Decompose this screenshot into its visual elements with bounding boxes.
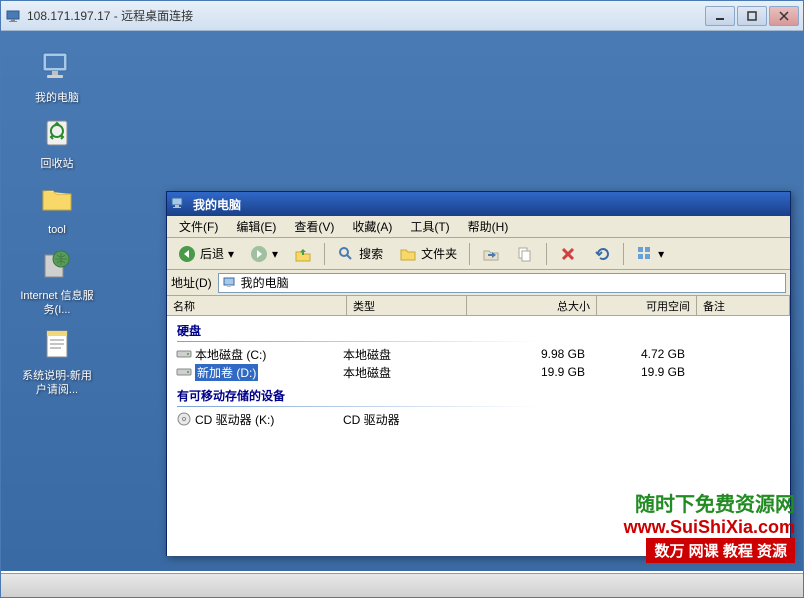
moveto-icon — [482, 245, 500, 263]
recycle-icon — [37, 113, 77, 153]
rdp-window: 108.171.197.17 - 远程桌面连接 我的电脑 回收站 tool — [0, 0, 804, 598]
explorer-titlebar[interactable]: 我的电脑 — [167, 192, 790, 216]
address-label: 地址(D) — [171, 274, 212, 291]
menu-edit[interactable]: 编辑(E) — [228, 216, 284, 237]
search-icon — [337, 245, 355, 263]
desktop-icon-tool[interactable]: tool — [19, 179, 95, 237]
up-folder-icon — [294, 245, 312, 263]
chevron-down-icon: ▾ — [272, 247, 278, 261]
chevron-down-icon: ▾ — [658, 247, 664, 261]
menu-view[interactable]: 查看(V) — [286, 216, 342, 237]
window-controls — [705, 6, 799, 26]
remote-desktop[interactable]: 我的电脑 回收站 tool Internet 信息服务(I... 系统说明-新用 — [1, 31, 803, 571]
desktop-icon-recycle[interactable]: 回收站 — [19, 113, 95, 171]
label: 系统说明-新用户请阅... — [19, 369, 95, 398]
explorer-title: 我的电脑 — [193, 196, 241, 213]
rdp-title: 108.171.197.17 - 远程桌面连接 — [27, 7, 193, 24]
undo-button[interactable] — [586, 242, 618, 266]
rdp-titlebar: 108.171.197.17 - 远程桌面连接 — [1, 1, 803, 31]
column-headers: 名称 类型 总大小 可用空间 备注 — [167, 296, 790, 316]
desktop-icon-iis[interactable]: Internet 信息服务(I... — [19, 245, 95, 318]
forward-icon — [250, 245, 268, 263]
label: Internet 信息服务(I... — [19, 289, 95, 318]
views-icon — [636, 245, 654, 263]
back-icon — [178, 245, 196, 263]
toolbar: 后退 ▾ ▾ 搜索 文件夹 — [167, 238, 790, 270]
forward-button[interactable]: ▾ — [243, 242, 285, 266]
moveto-button[interactable] — [475, 242, 507, 266]
views-button[interactable]: ▾ — [629, 242, 671, 266]
back-button[interactable]: 后退 ▾ — [171, 242, 241, 266]
watermark: 随时下免费资源网 www.SuiShiXia.com 数万 网课 教程 资源 — [624, 488, 795, 563]
col-freespace[interactable]: 可用空间 — [597, 296, 697, 315]
up-button[interactable] — [287, 242, 319, 266]
disk-icon — [175, 348, 193, 360]
computer-icon — [223, 276, 237, 290]
menu-file[interactable]: 文件(F) — [171, 216, 226, 237]
menu-bar: 文件(F) 编辑(E) 查看(V) 收藏(A) 工具(T) 帮助(H) — [167, 216, 790, 238]
undo-icon — [593, 245, 611, 263]
delete-button[interactable] — [552, 242, 584, 266]
watermark-line2: www.SuiShiXia.com — [624, 517, 795, 538]
menu-favorites[interactable]: 收藏(A) — [344, 216, 400, 237]
label: 回收站 — [19, 157, 95, 171]
cd-icon — [175, 411, 193, 427]
desktop-icon-readme[interactable]: 系统说明-新用户请阅... — [19, 325, 95, 398]
watermark-line3: 数万 网课 教程 资源 — [646, 538, 795, 563]
delete-icon — [559, 245, 577, 263]
iis-icon — [37, 245, 77, 285]
maximize-button[interactable] — [737, 6, 767, 26]
address-bar: 地址(D) 我的电脑 — [167, 270, 790, 296]
copyto-icon — [516, 245, 534, 263]
folders-button[interactable]: 文件夹 — [392, 242, 464, 266]
label: tool — [19, 223, 95, 237]
group-removable: 有可移动存储的设备 — [167, 381, 790, 410]
col-type[interactable]: 类型 — [347, 296, 467, 315]
disk-icon — [175, 366, 193, 378]
menu-help[interactable]: 帮助(H) — [460, 216, 517, 237]
close-button[interactable] — [769, 6, 799, 26]
drive-d[interactable]: 新加卷 (D:) 本地磁盘 19.9 GB 19.9 GB — [167, 363, 790, 381]
watermark-line1: 随时下免费资源网 — [624, 488, 795, 517]
statusbar — [1, 573, 803, 597]
rdp-icon — [5, 8, 21, 24]
search-button[interactable]: 搜索 — [330, 242, 390, 266]
col-name[interactable]: 名称 — [167, 296, 347, 315]
address-field[interactable]: 我的电脑 — [218, 273, 786, 293]
text-file-icon — [37, 325, 77, 365]
minimize-button[interactable] — [705, 6, 735, 26]
chevron-down-icon: ▾ — [228, 247, 234, 261]
drive-c[interactable]: 本地磁盘 (C:) 本地磁盘 9.98 GB 4.72 GB — [167, 345, 790, 363]
address-value: 我的电脑 — [241, 274, 289, 291]
drive-k[interactable]: CD 驱动器 (K:) CD 驱动器 — [167, 410, 790, 428]
label: 我的电脑 — [19, 91, 95, 105]
copyto-button[interactable] — [509, 242, 541, 266]
computer-icon — [37, 47, 77, 87]
desktop-icon-mycomputer[interactable]: 我的电脑 — [19, 47, 95, 105]
folder-icon — [399, 245, 417, 263]
folder-icon — [37, 179, 77, 219]
group-harddisk: 硬盘 — [167, 316, 790, 345]
menu-tools[interactable]: 工具(T) — [402, 216, 457, 237]
col-comments[interactable]: 备注 — [697, 296, 790, 315]
col-totalsize[interactable]: 总大小 — [467, 296, 597, 315]
computer-icon — [171, 196, 187, 212]
